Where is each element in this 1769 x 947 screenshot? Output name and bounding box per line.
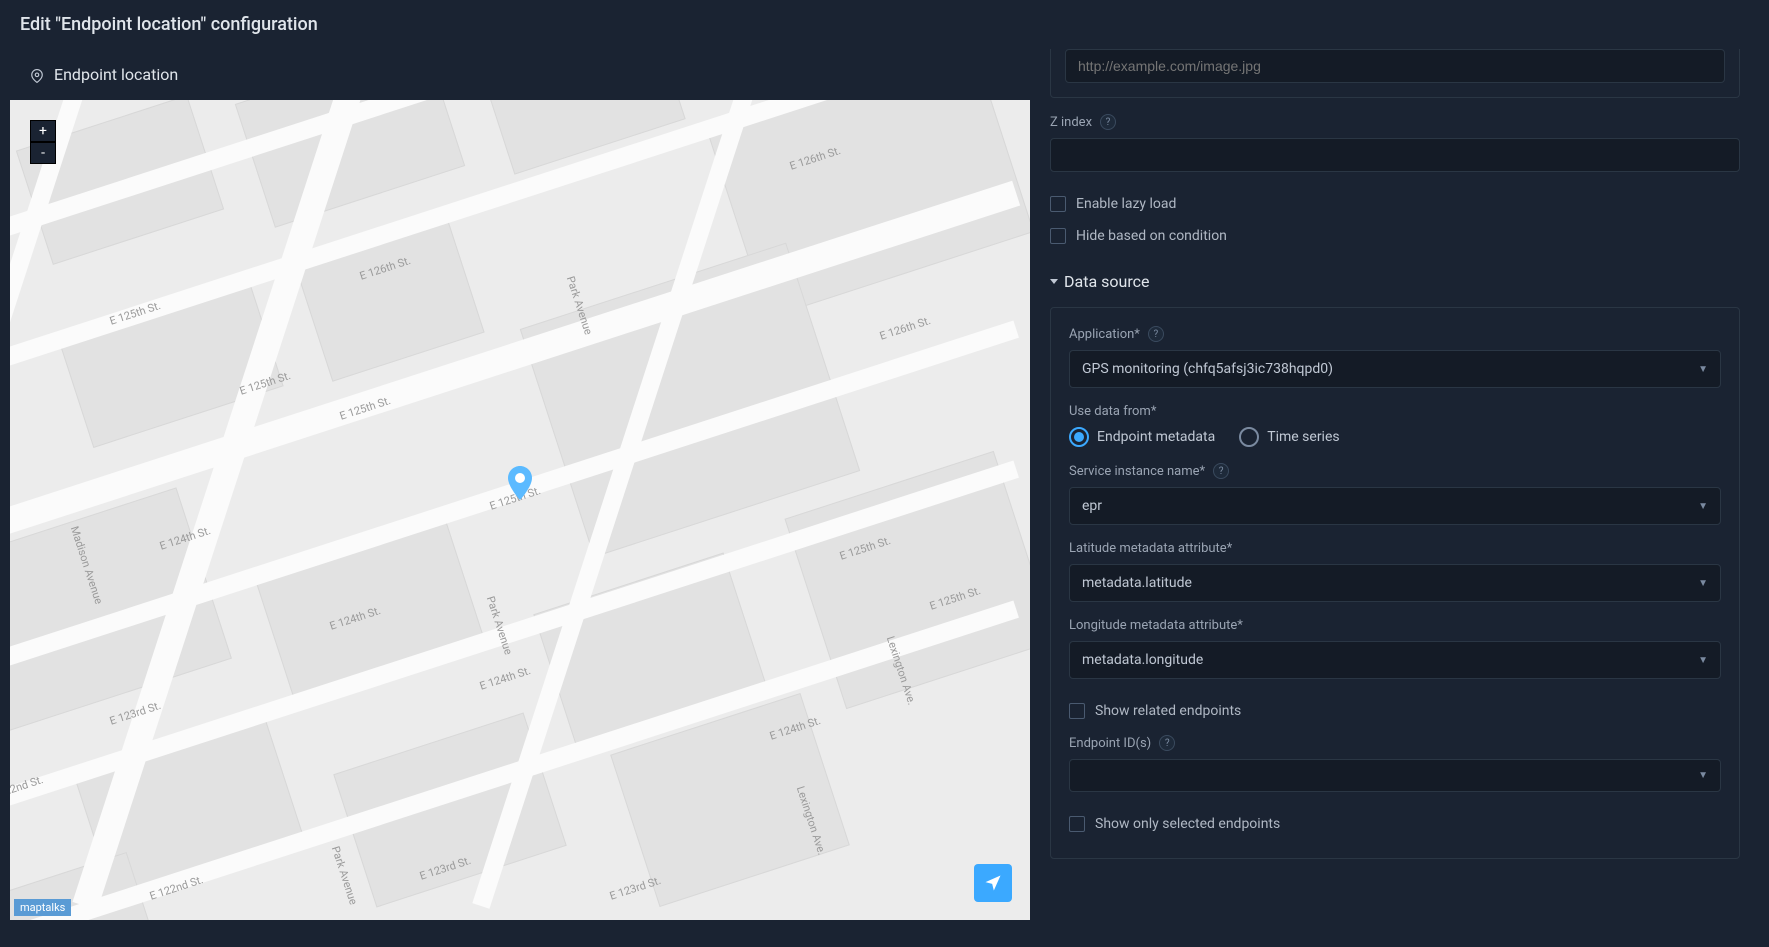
latitude-row: Latitude metadata attribute* metadata.la… [1069, 541, 1721, 602]
service-instance-row: Service instance name* ? epr ▼ [1069, 463, 1721, 525]
chevron-down-icon: ▼ [1698, 578, 1708, 589]
longitude-select[interactable]: metadata.longitude ▼ [1069, 641, 1721, 679]
location-pin-icon [30, 68, 44, 82]
zoom-out-button[interactable]: - [30, 142, 56, 164]
help-icon[interactable]: ? [1148, 326, 1164, 342]
application-label: Application* [1069, 327, 1140, 342]
z-index-row: Z index ? [1050, 114, 1740, 172]
chevron-down-icon: ▼ [1698, 501, 1708, 512]
show-related-label: Show related endpoints [1095, 703, 1241, 719]
application-row: Application* ? GPS monitoring (chfq5afsj… [1069, 326, 1721, 388]
street-label: Park Avenue [329, 844, 360, 906]
endpoint-ids-row: Endpoint ID(s) ? ▼ [1069, 735, 1721, 792]
radio-time-series[interactable]: Time series [1239, 427, 1339, 447]
longitude-label: Longitude metadata attribute* [1069, 618, 1243, 633]
map-marker-icon[interactable] [508, 466, 532, 500]
chevron-down-icon: ▼ [1698, 770, 1708, 781]
enable-lazy-load-label: Enable lazy load [1076, 196, 1176, 212]
page-title: Edit "Endpoint location" configuration [0, 0, 1769, 49]
z-index-label: Z index [1050, 115, 1092, 130]
use-data-from-row: Use data from* Endpoint metadata Time se… [1069, 404, 1721, 447]
map-background: E 126th St. E 126th St. E 125th St. E 12… [10, 100, 1030, 920]
show-only-selected-row[interactable]: Show only selected endpoints [1069, 808, 1721, 840]
latitude-value: metadata.latitude [1082, 575, 1192, 591]
help-icon[interactable]: ? [1213, 463, 1229, 479]
radio-label: Endpoint metadata [1097, 429, 1215, 445]
widget-title: Endpoint location [54, 65, 178, 84]
map-container[interactable]: E 126th St. E 126th St. E 125th St. E 12… [10, 100, 1030, 920]
radio-icon [1239, 427, 1259, 447]
left-panel: Endpoint location [10, 49, 1030, 920]
widget-header: Endpoint location [10, 49, 1030, 100]
radio-label: Time series [1267, 429, 1339, 445]
z-index-input[interactable] [1050, 138, 1740, 172]
data-source-title: Data source [1064, 272, 1149, 291]
hide-condition-checkbox[interactable] [1050, 228, 1066, 244]
caret-down-icon [1050, 279, 1058, 284]
use-data-from-label: Use data from* [1069, 404, 1156, 419]
radio-endpoint-metadata[interactable]: Endpoint metadata [1069, 427, 1215, 447]
latitude-select[interactable]: metadata.latitude ▼ [1069, 564, 1721, 602]
hide-condition-row[interactable]: Hide based on condition [1050, 220, 1740, 252]
street-label: E 123rd St. [608, 874, 663, 903]
zoom-in-button[interactable]: + [30, 120, 56, 142]
show-only-selected-checkbox[interactable] [1069, 816, 1085, 832]
chevron-down-icon: ▼ [1698, 364, 1708, 375]
right-panel: Z index ? Enable lazy load Hide based on… [1050, 49, 1750, 920]
street-label: E 124th St. [478, 664, 532, 693]
chevron-down-icon: ▼ [1698, 655, 1708, 666]
longitude-row: Longitude metadata attribute* metadata.l… [1069, 618, 1721, 679]
help-icon[interactable]: ? [1159, 735, 1175, 751]
image-url-input[interactable] [1065, 49, 1725, 83]
data-source-section: Application* ? GPS monitoring (chfq5afsj… [1050, 307, 1740, 859]
map-attribution: maptalks [14, 899, 71, 916]
endpoint-ids-select[interactable]: ▼ [1069, 759, 1721, 792]
show-related-row[interactable]: Show related endpoints [1069, 695, 1721, 727]
application-select[interactable]: GPS monitoring (chfq5afsj3ic738hqpd0) ▼ [1069, 350, 1721, 388]
help-icon[interactable]: ? [1100, 114, 1116, 130]
image-url-box [1050, 49, 1740, 98]
endpoint-ids-label: Endpoint ID(s) [1069, 736, 1151, 751]
hide-condition-label: Hide based on condition [1076, 228, 1227, 244]
content-area: Endpoint location [0, 49, 1769, 920]
latitude-label: Latitude metadata attribute* [1069, 541, 1232, 556]
map-navigate-button[interactable] [974, 864, 1012, 902]
service-instance-select[interactable]: epr ▼ [1069, 487, 1721, 525]
show-related-checkbox[interactable] [1069, 703, 1085, 719]
zoom-controls: + - [30, 120, 56, 164]
street-label: E 126th St. [878, 314, 932, 343]
data-source-section-header[interactable]: Data source [1050, 272, 1740, 291]
service-instance-value: epr [1082, 498, 1102, 514]
application-value: GPS monitoring (chfq5afsj3ic738hqpd0) [1082, 361, 1333, 377]
radio-icon [1069, 427, 1089, 447]
show-only-selected-label: Show only selected endpoints [1095, 816, 1280, 832]
longitude-value: metadata.longitude [1082, 652, 1203, 668]
enable-lazy-load-checkbox[interactable] [1050, 196, 1066, 212]
service-instance-label: Service instance name* [1069, 464, 1205, 479]
enable-lazy-load-row[interactable]: Enable lazy load [1050, 188, 1740, 220]
